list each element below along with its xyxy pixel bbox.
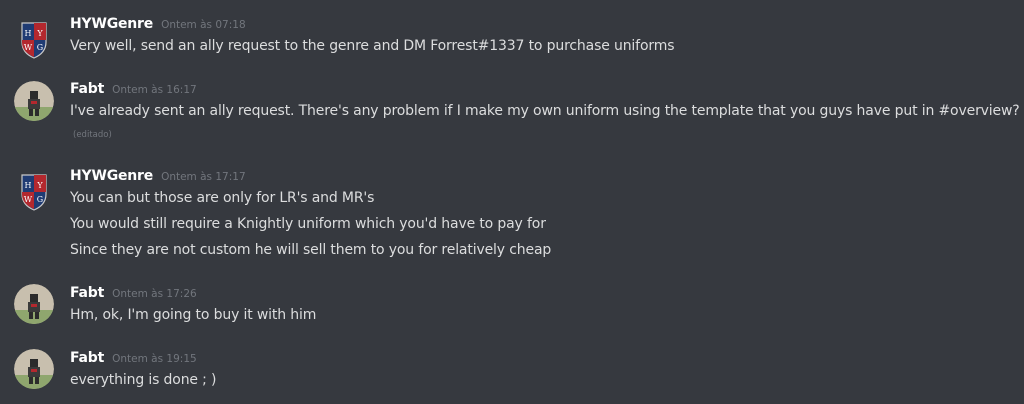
message-header: HYWGenre Ontem às 07:18 (70, 16, 246, 34)
knight-avatar[interactable] (14, 349, 54, 389)
crest-icon: H Y W G (21, 174, 47, 211)
message-text: Hm, ok, I'm going to buy it with him (70, 307, 317, 323)
svg-text:G: G (37, 43, 43, 52)
svg-text:W: W (24, 195, 33, 204)
crest-avatar[interactable]: H Y W G (14, 20, 54, 60)
svg-text:H: H (25, 29, 32, 38)
crest-icon: H Y W G (21, 22, 47, 59)
username[interactable]: Fabt (70, 81, 104, 97)
edited-label: (editado) (73, 130, 112, 140)
knight-icon (14, 349, 54, 389)
timestamp[interactable]: Ontem às 17:17 (161, 171, 246, 183)
knight-icon (14, 81, 54, 121)
timestamp[interactable]: Ontem às 19:15 (112, 353, 197, 365)
username[interactable]: Fabt (70, 350, 104, 366)
username[interactable]: HYWGenre (70, 16, 153, 32)
message-header: Fabt Ontem às 17:26 (70, 285, 197, 303)
message-text: Since they are not custom he will sell t… (70, 242, 552, 258)
crest-avatar[interactable]: H Y W G (14, 172, 54, 212)
timestamp[interactable]: Ontem às 17:26 (112, 288, 197, 300)
message-text: everything is done ; ) (70, 372, 217, 388)
message-text: You can but those are only for LR's and … (70, 190, 375, 206)
svg-text:Y: Y (36, 29, 43, 38)
svg-text:H: H (25, 181, 32, 190)
message-text: Very well, send an ally request to the g… (70, 38, 675, 54)
timestamp[interactable]: Ontem às 07:18 (161, 19, 246, 31)
username[interactable]: HYWGenre (70, 168, 153, 184)
message-text: I've already sent an ally request. There… (70, 103, 1020, 119)
svg-text:W: W (24, 43, 33, 52)
knight-icon (14, 284, 54, 324)
username[interactable]: Fabt (70, 285, 104, 301)
timestamp[interactable]: Ontem às 16:17 (112, 84, 197, 96)
svg-text:Y: Y (36, 181, 43, 190)
knight-avatar[interactable] (14, 284, 54, 324)
message-text: You would still require a Knightly unifo… (70, 216, 546, 232)
svg-text:G: G (37, 195, 43, 204)
message-header: Fabt Ontem às 16:17 (70, 81, 197, 99)
message-header: HYWGenre Ontem às 17:17 (70, 168, 246, 186)
knight-avatar[interactable] (14, 81, 54, 121)
message-header: Fabt Ontem às 19:15 (70, 350, 197, 368)
